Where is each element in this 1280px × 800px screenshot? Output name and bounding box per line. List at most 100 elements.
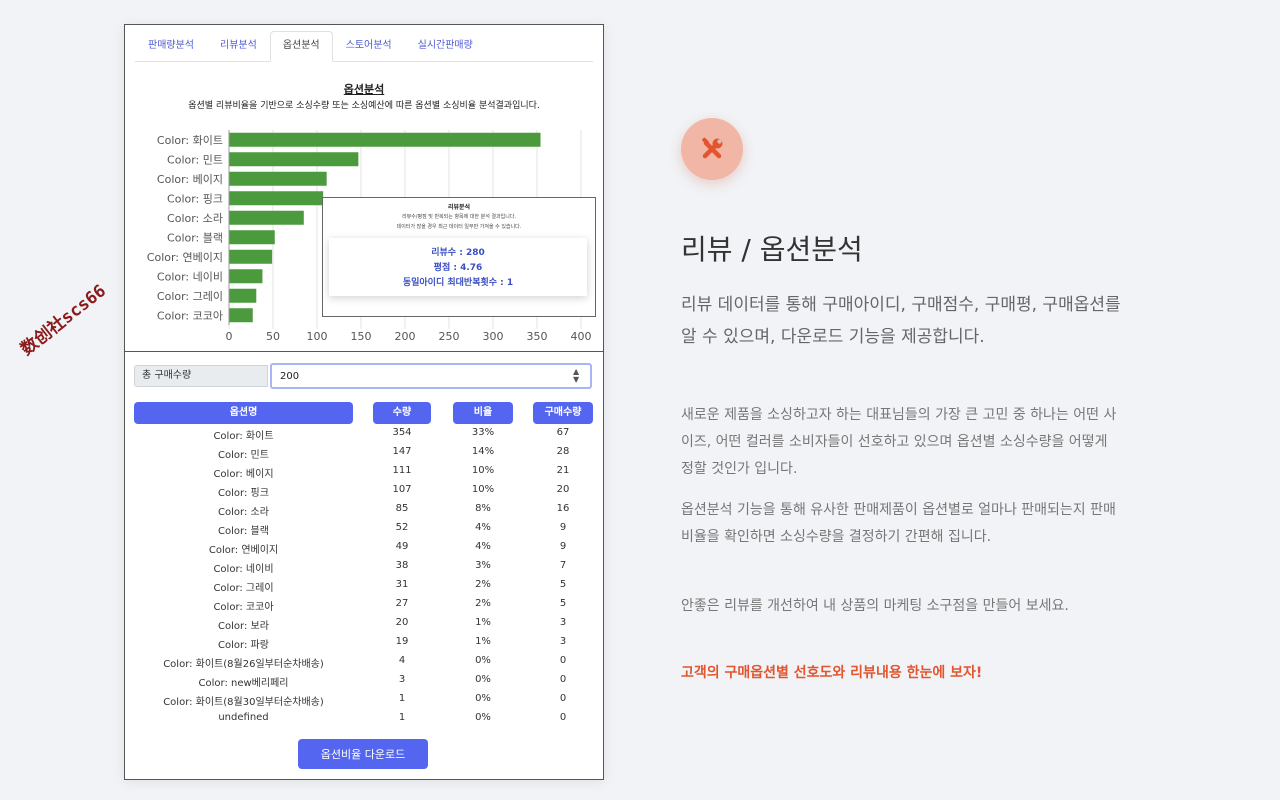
bar: [229, 249, 273, 264]
cell-purchase-quantity: 28: [556, 446, 570, 457]
cell-option-name: Color: 민트: [218, 450, 269, 461]
cell-option-name: Color: 보라: [218, 621, 269, 632]
cell-ratio: 0%: [475, 655, 491, 666]
cell-option-name: Color: 연베이지: [208, 545, 279, 556]
cell-ratio: 2%: [475, 598, 491, 609]
y-category-label: Color: 화이트: [157, 134, 223, 147]
bar: [229, 210, 304, 225]
cell-option-name: Color: 화이트: [213, 431, 274, 442]
tools-icon: [702, 137, 723, 159]
total-quantity-input[interactable]: [270, 363, 592, 389]
feature-lead: 리뷰 데이터를 통해 구매아이디, 구매점수, 구매평, 구매옵션를 알 수 있…: [681, 295, 1121, 347]
bar: [229, 171, 327, 186]
max-repeat-count: 동일아이디 최대반복횟수 : 1: [402, 278, 514, 288]
cell-option-name: Color: 화이트(8월26일부터순차배송): [163, 659, 324, 670]
y-category-label: Color: 블랙: [167, 231, 223, 244]
cell-purchase-quantity: 21: [556, 465, 570, 476]
tab-store-analysis[interactable]: 스토어분석: [333, 31, 405, 61]
table-row: undefined 1 0% 0: [125, 710, 603, 729]
cell-option-name: Color: 그레이: [213, 583, 274, 594]
cell-ratio: 10%: [471, 484, 495, 495]
cell-quantity: 19: [395, 636, 409, 647]
cell-purchase-quantity: 20: [556, 484, 570, 495]
cell-quantity: 147: [392, 446, 412, 457]
cell-ratio: 4%: [475, 522, 491, 533]
cell-ratio: 0%: [475, 693, 491, 704]
feature-paragraph-1: 새로운 제품을 소싱하고자 하는 대표님들의 가장 큰 고민 중 하나는 어떤 …: [681, 407, 1117, 477]
cell-purchase-quantity: 5: [559, 598, 567, 609]
review-count: 리뷰수 : 280: [431, 248, 485, 258]
bar: [229, 132, 541, 147]
cell-option-name: Color: 핑크: [218, 488, 269, 499]
table-row: Color: 연베이지 49 4% 9: [125, 539, 603, 558]
cell-option-name: Color: 블랙: [218, 526, 269, 537]
table-row: Color: 화이트(8월26일부터순차배송) 4 0% 0: [125, 653, 603, 672]
cell-purchase-quantity: 9: [559, 522, 567, 533]
cell-ratio: 0%: [475, 712, 491, 723]
table-row: Color: new베리페리 3 0% 0: [125, 672, 603, 691]
tooltip-title: 리뷰분석: [447, 204, 471, 211]
cell-quantity: 52: [395, 522, 409, 533]
y-category-label: Color: 소라: [167, 212, 223, 225]
table-row: Color: 핑크 107 10% 20: [125, 482, 603, 501]
tooltip-desc-1: 리뷰수/평점 및 반복되는 항목에 대한 분석 결과입니다.: [401, 214, 516, 220]
x-tick-label: 350: [527, 330, 548, 343]
cell-purchase-quantity: 0: [559, 712, 567, 723]
cell-option-name: Color: 화이트(8월30일부터순차배송): [163, 697, 324, 708]
tooltip-desc-2: 데이터가 많을 경우 최근 데이터 일부만 가져올 수 있습니다.: [396, 224, 522, 230]
cell-quantity: 4: [398, 655, 406, 666]
table-row: Color: 블랙 52 4% 9: [125, 520, 603, 539]
cell-option-name: undefined: [218, 712, 269, 723]
tab-realtime-sales[interactable]: 실시간판매량: [405, 31, 486, 61]
header-ratio: 비율: [453, 402, 513, 424]
cell-purchase-quantity: 7: [559, 560, 567, 571]
cell-quantity: 1: [398, 693, 406, 704]
cell-quantity: 111: [392, 465, 412, 476]
x-tick-label: 50: [266, 330, 280, 343]
cell-purchase-quantity: 0: [559, 655, 567, 666]
table-row: Color: 화이트 354 33% 67: [125, 425, 603, 444]
table-row: Color: 파랑 19 1% 3: [125, 634, 603, 653]
table-row: Color: 소라 85 8% 16: [125, 501, 603, 520]
cell-ratio: 14%: [471, 446, 495, 457]
cell-quantity: 27: [395, 598, 409, 609]
cell-quantity: 20: [395, 617, 409, 628]
cell-quantity: 31: [395, 579, 409, 590]
x-tick-label: 250: [439, 330, 460, 343]
cell-purchase-quantity: 9: [559, 541, 567, 552]
y-category-label: Color: 민트: [167, 153, 223, 166]
x-tick-label: 150: [351, 330, 372, 343]
y-category-label: Color: 그레이: [157, 290, 223, 303]
total-quantity-label: 총 구매수량: [134, 365, 268, 387]
table-row: Color: 보라 20 1% 3: [125, 615, 603, 634]
download-option-ratio-button[interactable]: 옵션비율 다운로드: [298, 739, 428, 769]
cell-quantity: 107: [392, 484, 412, 495]
cell-quantity: 3: [398, 674, 406, 685]
cell-quantity: 38: [395, 560, 409, 571]
y-category-label: Color: 네이비: [157, 270, 223, 283]
tab-option-analysis[interactable]: 옵션분석: [269, 31, 333, 62]
x-tick-label: 0: [226, 330, 233, 343]
cell-ratio: 1%: [475, 617, 491, 628]
bar: [229, 269, 263, 284]
feature-icon-badge: [681, 118, 743, 180]
bar: [229, 288, 257, 303]
cell-ratio: 0%: [475, 674, 491, 685]
x-tick-label: 100: [307, 330, 328, 343]
option-analysis-panel: 판매량분석 리뷰분석 옵션분석 스토어분석 실시간판매량 옵션분석 옵션별 리뷰…: [124, 24, 604, 780]
feature-highlight: 고객의 구매옵션별 선호도와 리뷰내용 한눈에 보자!: [681, 665, 983, 681]
cell-ratio: 3%: [475, 560, 491, 571]
quantity-stepper[interactable]: ▲ ▼: [573, 368, 579, 384]
cell-option-name: Color: 파랑: [218, 640, 269, 651]
feature-paragraph-2: 옵션분석 기능을 통해 유사한 판매제품이 옵션별로 얼마나 판매되는지 판매비…: [681, 502, 1116, 545]
table-row: Color: 베이지 111 10% 21: [125, 463, 603, 482]
tab-review-analysis[interactable]: 리뷰분석: [207, 31, 270, 61]
table-row: Color: 화이트(8월30일부터순차배송) 1 0% 0: [125, 691, 603, 710]
y-category-label: Color: 연베이지: [147, 251, 223, 264]
table-row: Color: 민트 147 14% 28: [125, 444, 603, 463]
tooltip-stats-card: 리뷰수 : 280 평점 : 4.76 동일아이디 최대반복횟수 : 1: [329, 238, 587, 296]
review-tooltip: 리뷰분석 리뷰수/평점 및 반복되는 항목에 대한 분석 결과입니다. 데이터가…: [322, 197, 596, 317]
tab-sales-analysis[interactable]: 판매량분석: [135, 31, 207, 61]
x-tick-label: 200: [395, 330, 416, 343]
table-row: Color: 코코아 27 2% 5: [125, 596, 603, 615]
